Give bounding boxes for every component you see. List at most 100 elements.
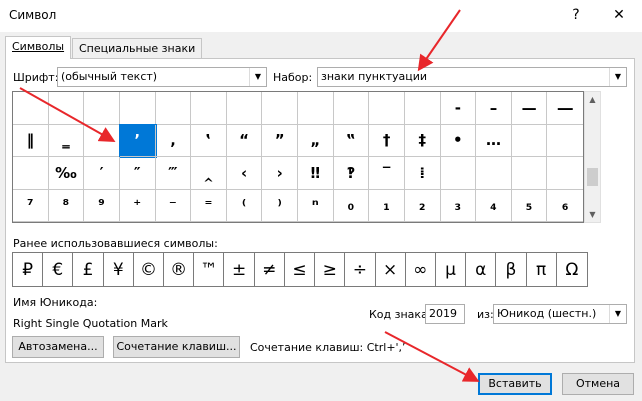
recent-symbol-cell[interactable]: β — [496, 253, 527, 286]
recent-symbol-cell[interactable]: ® — [164, 253, 195, 286]
symbol-cell[interactable] — [369, 92, 405, 125]
symbol-cell[interactable]: ₃ — [440, 189, 477, 222]
symbol-cell[interactable]: ⁿ — [298, 189, 334, 222]
cancel-button[interactable]: Отмена — [562, 373, 634, 395]
symbol-cell[interactable] — [511, 124, 548, 157]
symbol-cell[interactable] — [440, 157, 477, 190]
symbol-cell[interactable]: ‰ — [48, 157, 85, 190]
symbol-cell[interactable]: † — [369, 124, 405, 157]
recent-symbol-cell[interactable]: × — [376, 253, 406, 286]
recent-symbol-cell[interactable]: © — [134, 253, 165, 286]
recent-symbol-cell[interactable]: Ω — [557, 253, 587, 286]
recent-symbol-cell[interactable]: ¥ — [104, 253, 134, 286]
subset-select[interactable]: знаки пунктуации ▼ — [317, 67, 627, 87]
symbol-cell[interactable]: ― — [547, 92, 583, 125]
tab-symbols[interactable]: Символы — [5, 36, 72, 59]
recent-symbol-cell[interactable]: ₽ — [13, 253, 44, 286]
symbol-cell[interactable]: ‖ — [13, 124, 49, 157]
symbol-cell[interactable]: „ — [298, 124, 334, 157]
from-select[interactable]: Юникод (шестн.) ▼ — [493, 304, 627, 324]
shortcut-key-button[interactable]: Сочетание клавиш... — [113, 336, 240, 358]
symbol-cell[interactable]: ′ — [84, 157, 120, 190]
symbol-cell[interactable]: ‘ — [84, 124, 120, 157]
symbol-cell[interactable]: – — [476, 92, 512, 125]
symbol-cell[interactable]: ‼ — [298, 157, 334, 190]
symbol-cell[interactable]: ‗ — [48, 124, 85, 157]
recent-symbol-cell[interactable]: ≠ — [255, 253, 285, 286]
symbol-cell[interactable]: › — [262, 157, 298, 190]
symbol-cell-selected[interactable]: ’ — [118, 123, 157, 158]
symbol-cell[interactable]: ⁹ — [84, 189, 120, 222]
symbol-cell[interactable] — [476, 157, 512, 190]
grid-scrollbar[interactable]: ▲ ▼ — [584, 91, 601, 223]
recent-symbol-cell[interactable]: ÷ — [345, 253, 376, 286]
symbol-cell[interactable] — [547, 157, 583, 190]
symbol-cell[interactable] — [13, 92, 49, 125]
symbol-cell[interactable] — [84, 92, 120, 125]
recent-symbol-cell[interactable]: π — [527, 253, 557, 286]
symbol-cell[interactable]: ₅ — [511, 189, 548, 222]
symbol-cell[interactable] — [547, 125, 583, 157]
symbol-cell[interactable]: ₄ — [476, 189, 512, 222]
recent-symbol-cell[interactable]: ± — [224, 253, 255, 286]
symbol-cell[interactable] — [13, 157, 49, 190]
symbol-cell[interactable]: ₆ — [547, 190, 583, 222]
symbol-cell[interactable] — [333, 92, 370, 125]
symbol-cell[interactable]: ⁼ — [191, 189, 227, 222]
recent-symbol-cell[interactable]: µ — [436, 253, 467, 286]
symbol-cell[interactable]: ‛ — [191, 124, 227, 157]
insert-button[interactable]: Вставить — [478, 373, 552, 395]
symbol-cell[interactable]: ‚ — [155, 124, 192, 157]
recent-symbol-cell[interactable]: α — [466, 253, 497, 286]
font-select[interactable]: (обычный текст) ▼ — [57, 67, 267, 87]
recent-symbol-cell[interactable]: ™ — [194, 253, 225, 286]
recent-symbol-cell[interactable]: ≥ — [315, 253, 346, 286]
autocorrect-button[interactable]: Автозамена... — [12, 336, 104, 358]
symbol-cell[interactable]: ‟ — [333, 124, 370, 157]
symbol-cell[interactable]: ₁ — [369, 189, 405, 222]
symbol-cell[interactable]: ⁷ — [13, 189, 49, 222]
symbol-cell[interactable]: ‐ — [440, 92, 477, 125]
symbol-cell[interactable] — [226, 92, 263, 125]
recent-symbol-cell[interactable]: £ — [73, 253, 104, 286]
scroll-up-icon[interactable]: ▲ — [585, 92, 600, 107]
symbol-cell[interactable] — [262, 92, 298, 125]
symbol-cell[interactable]: ″ — [119, 157, 156, 190]
symbol-cell[interactable]: ⁺ — [119, 189, 156, 222]
recent-symbol-cell[interactable]: ≤ — [285, 253, 316, 286]
recent-symbol-cell[interactable]: ∞ — [406, 253, 436, 286]
symbol-cell[interactable]: … — [476, 124, 512, 157]
symbol-cell[interactable]: ⁞ — [404, 157, 441, 190]
symbol-cell[interactable]: ” — [262, 124, 298, 157]
symbol-cell[interactable]: ‴ — [155, 157, 192, 190]
symbol-cell[interactable] — [119, 92, 156, 125]
symbol-cell[interactable] — [404, 92, 441, 125]
symbol-cell[interactable] — [48, 92, 85, 125]
symbol-cell[interactable]: ₂ — [404, 189, 441, 222]
symbol-cell[interactable]: • — [440, 124, 477, 157]
close-icon[interactable]: ✕ — [605, 4, 633, 26]
symbol-cell[interactable]: ⁾ — [262, 189, 298, 222]
symbol-cell[interactable]: ‽ — [333, 157, 370, 190]
char-code-input[interactable]: 2019 — [425, 304, 465, 324]
symbol-cell[interactable]: ⁽ — [226, 189, 263, 222]
from-label: из: — [477, 308, 494, 321]
scroll-thumb[interactable] — [587, 168, 598, 186]
symbol-cell[interactable]: ⁻ — [155, 189, 192, 222]
symbol-cell[interactable] — [298, 92, 334, 125]
symbol-cell[interactable]: ‾ — [369, 157, 405, 190]
symbol-cell[interactable]: ⁸ — [48, 189, 85, 222]
symbol-cell[interactable]: ₀ — [333, 189, 370, 222]
help-icon[interactable]: ? — [562, 4, 590, 26]
scroll-down-icon[interactable]: ▼ — [585, 207, 600, 222]
symbol-cell[interactable]: ‹ — [226, 157, 263, 190]
symbol-cell[interactable] — [191, 92, 227, 125]
symbol-cell[interactable]: “ — [226, 124, 263, 157]
symbol-cell[interactable] — [155, 92, 192, 125]
tab-special-characters[interactable]: Специальные знаки — [72, 38, 203, 59]
recent-symbol-cell[interactable]: € — [43, 253, 74, 286]
symbol-cell[interactable]: ‸ — [191, 157, 227, 190]
symbol-cell[interactable] — [511, 157, 548, 190]
symbol-cell[interactable]: ‡ — [404, 124, 441, 157]
symbol-cell[interactable]: — — [511, 92, 548, 125]
